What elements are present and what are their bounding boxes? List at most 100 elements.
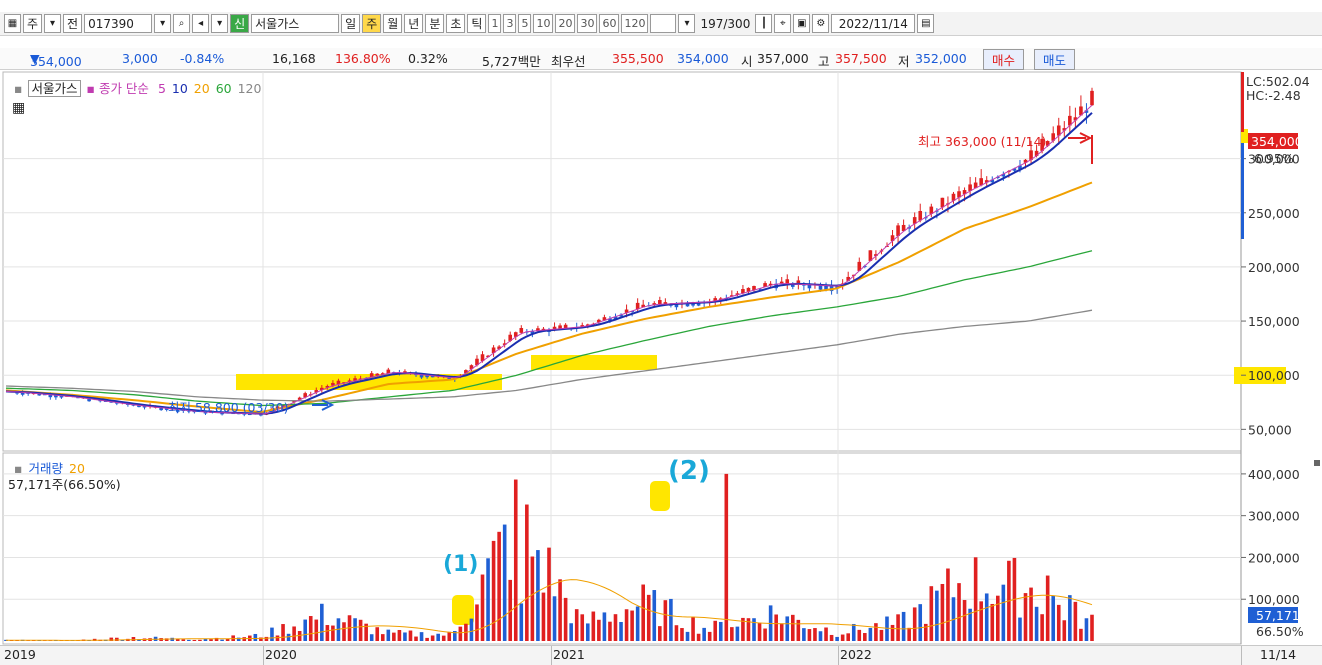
legend-ma-label: ▪ 종가 단순	[87, 81, 155, 96]
volume-bar	[370, 634, 374, 641]
volume-bar	[896, 614, 900, 641]
code-dropdown-icon[interactable]: ▾	[154, 14, 171, 33]
search-icon[interactable]: ⌕	[173, 14, 190, 33]
option-dropdown-icon[interactable]: ▾	[211, 14, 228, 33]
volume-bar	[857, 630, 861, 641]
volume-bar	[907, 628, 911, 641]
ask-price: 355,500	[612, 51, 664, 66]
hc-marker	[1241, 143, 1244, 239]
volume-bar	[326, 625, 330, 641]
volume-bar	[359, 620, 363, 641]
volume-bar	[946, 569, 950, 641]
buy-button[interactable]: 매수	[983, 49, 1024, 70]
tab-period-minute[interactable]: 분	[425, 14, 444, 33]
volume-bar	[525, 505, 529, 641]
date-label-end: 11/14	[1260, 647, 1296, 662]
volume-bar	[597, 620, 601, 641]
panel-close-icon[interactable]	[1314, 460, 1320, 466]
interval-1[interactable]: 1	[488, 14, 501, 33]
gear-icon[interactable]: ⚙	[812, 14, 829, 33]
interval-20[interactable]: 20	[555, 14, 575, 33]
date-label-2020: 2020	[265, 647, 297, 662]
tab-period-second[interactable]: 초	[446, 14, 465, 33]
last-price-label: 354,000	[1251, 134, 1303, 149]
volume-bar	[514, 480, 518, 641]
volume-bar	[813, 628, 817, 641]
volume-bar	[835, 637, 839, 641]
volume-bar	[309, 616, 313, 641]
best-quote-label: 최우선	[551, 51, 586, 70]
volume-last-text: 57,171주(66.50%)	[8, 474, 121, 493]
stock-chart[interactable]: 50,000100,000150,000200,000250,000300,00…	[0, 69, 1322, 645]
vol-ytick-label-0: 100,000	[1248, 592, 1300, 607]
table-icon[interactable]: ▦	[12, 100, 25, 116]
volume-bar	[880, 630, 884, 641]
stock-code-input[interactable]: 017390	[84, 14, 152, 33]
volume-bar	[608, 622, 612, 641]
lc-label: LC:502.04	[1246, 74, 1310, 89]
price-change-pct: -0.84%	[180, 51, 224, 66]
volume-bar	[342, 622, 346, 641]
volume-bar	[492, 541, 496, 641]
speaker-icon[interactable]: ◂	[192, 14, 209, 33]
volume-bar	[132, 637, 136, 641]
hc-label: HC:-2.48	[1246, 88, 1301, 103]
legend-ma10: 10	[172, 81, 188, 96]
interval-120[interactable]: 120	[621, 14, 648, 33]
chart-menu-icon[interactable]: ▦	[4, 14, 21, 33]
volume-bar	[475, 604, 479, 641]
volume-bar	[869, 628, 873, 641]
tab-period-week[interactable]: 주	[362, 14, 381, 33]
price-ytick-label-3: 200,000	[1248, 260, 1300, 275]
interval-3[interactable]: 3	[503, 14, 516, 33]
low-price: 352,000	[915, 51, 967, 66]
tab-period-day[interactable]: 일	[341, 14, 360, 33]
interval-60[interactable]: 60	[599, 14, 619, 33]
tab-period-month[interactable]: 월	[383, 14, 402, 33]
chart-type-select[interactable]: 주	[23, 14, 42, 33]
volume-bar	[519, 603, 523, 641]
tab-period-tick[interactable]: 틱	[467, 14, 486, 33]
interval-10[interactable]: 10	[533, 14, 553, 33]
volume-bar	[436, 634, 440, 641]
volume-bar	[819, 631, 823, 641]
lc-marker	[1241, 72, 1244, 132]
sell-button[interactable]: 매도	[1034, 49, 1075, 70]
volume-bar	[392, 633, 396, 641]
candle-toggle-icon[interactable]: ┃	[755, 14, 772, 33]
price-ytick-label-4: 250,000	[1248, 206, 1300, 221]
volume-bar	[398, 630, 402, 641]
volume-bar	[702, 628, 706, 641]
volume-bar	[797, 620, 801, 641]
crosshair-icon[interactable]: ⌖	[774, 14, 791, 33]
legend-stock-name[interactable]: 서울가스	[28, 80, 80, 97]
interval-5[interactable]: 5	[518, 14, 531, 33]
save-icon[interactable]: ▣	[793, 14, 810, 33]
calendar-icon[interactable]: ▤	[917, 14, 934, 33]
interval-30[interactable]: 30	[577, 14, 597, 33]
price-ytick-label-1: 100,000	[1248, 368, 1300, 383]
price-panel-frame	[3, 72, 1241, 451]
volume-bar	[780, 623, 784, 641]
volume-bar	[891, 625, 895, 641]
date-input[interactable]: 2022/11/14	[831, 14, 915, 33]
volume-bar	[863, 633, 867, 641]
volume-bar	[1085, 618, 1089, 641]
volume-bar	[979, 601, 983, 641]
dropdown-arrow-icon[interactable]: ▾	[44, 14, 61, 33]
interval-dropdown-icon[interactable]: ▾	[678, 14, 695, 33]
tab-period-year[interactable]: 년	[404, 14, 423, 33]
volume-bar	[941, 584, 945, 641]
legend-square-icon: ▪	[14, 81, 22, 96]
prev-button[interactable]: 전	[63, 14, 82, 33]
turnover-rate: 0.32%	[408, 51, 448, 66]
interval-custom-input[interactable]	[650, 14, 676, 33]
volume-bar	[553, 596, 557, 641]
stock-name-field: 서울가스	[251, 14, 339, 33]
volume-bar	[187, 640, 191, 641]
volume-panel-frame	[3, 453, 1241, 644]
volume-bar	[802, 628, 806, 641]
volume-bar	[287, 634, 291, 641]
volume-bar	[1068, 595, 1072, 641]
volume-bar	[431, 635, 435, 641]
